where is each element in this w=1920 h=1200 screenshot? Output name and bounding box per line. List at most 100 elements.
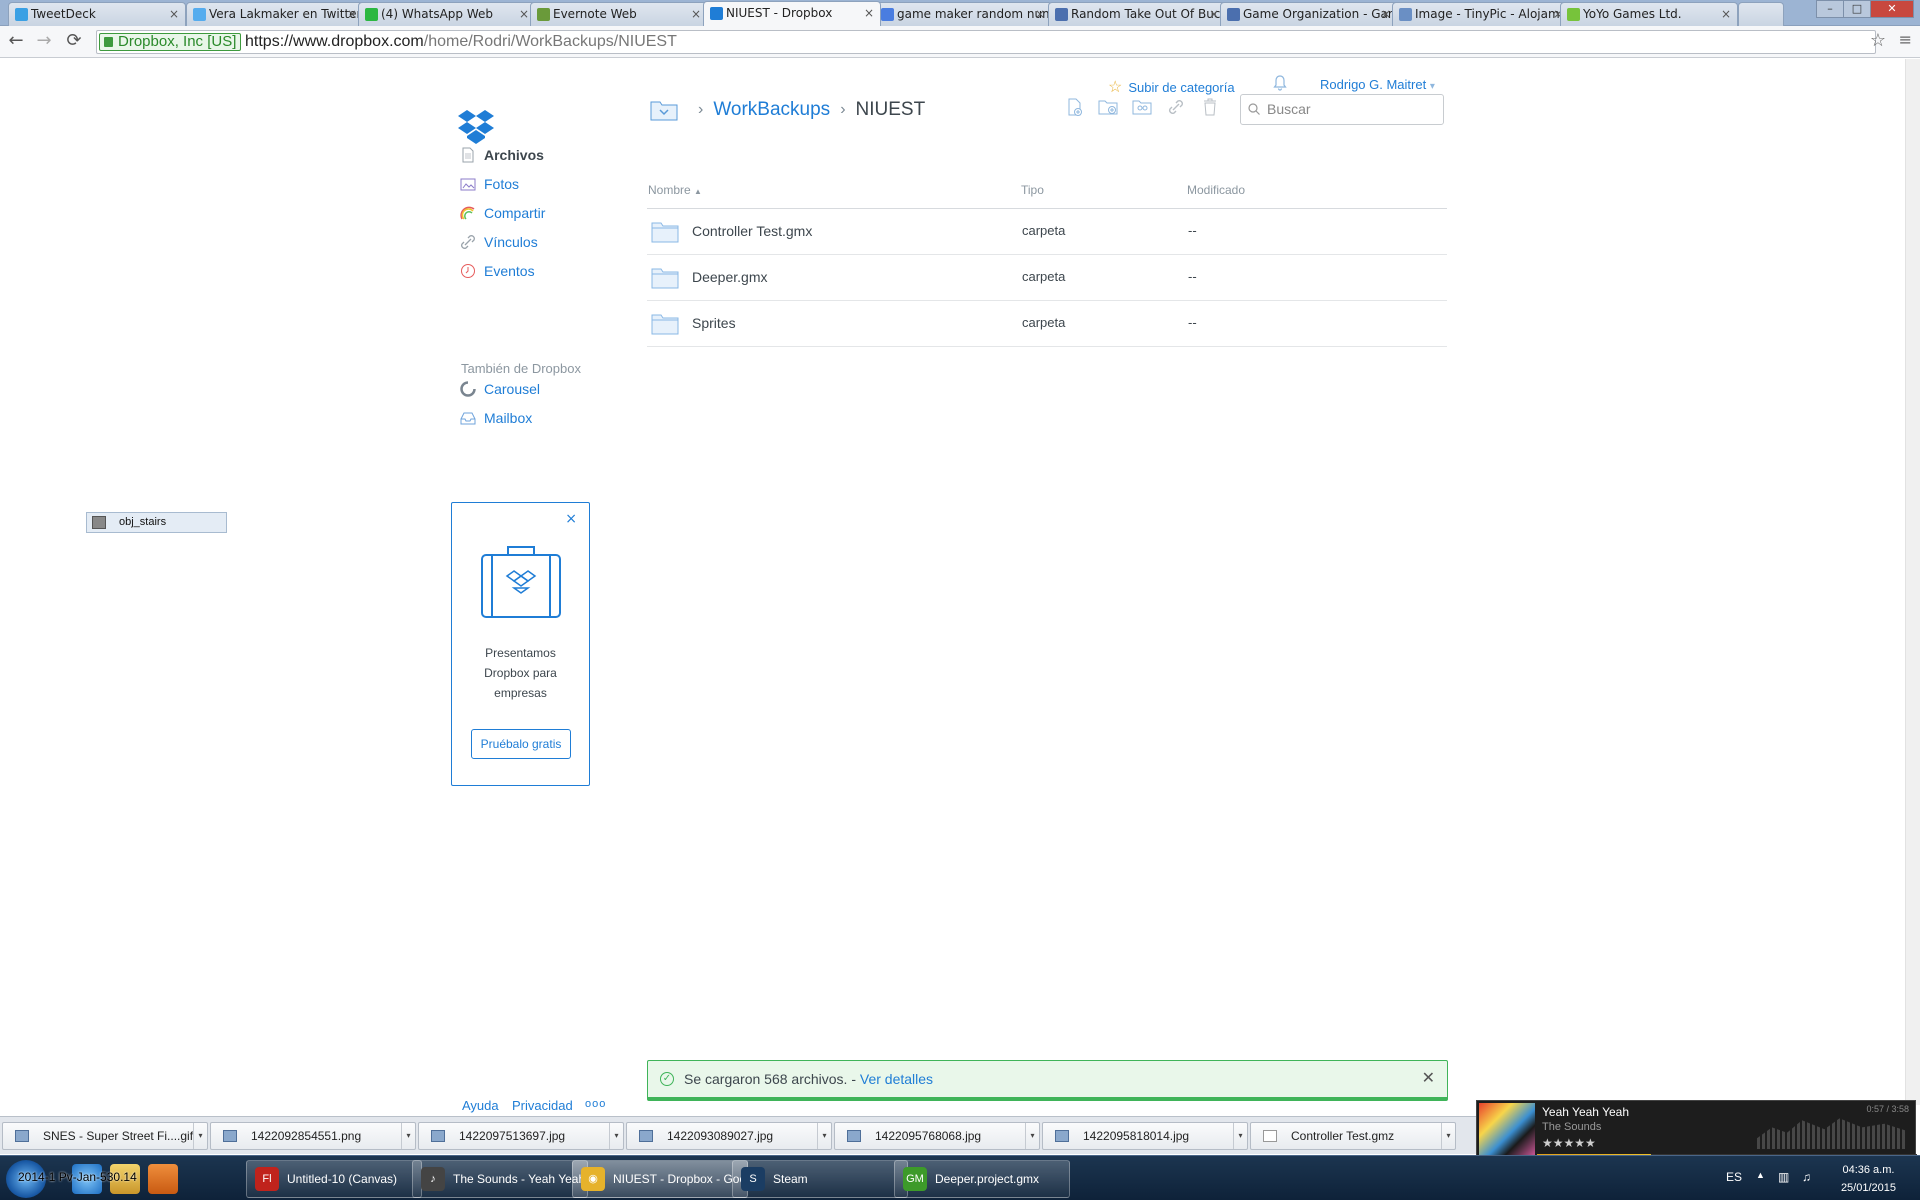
dragged-file-chip[interactable]: obj_stairs: [86, 512, 227, 533]
table-row[interactable]: Deeper.gmx carpeta --: [647, 255, 1447, 301]
chevron-down-icon[interactable]: ▾: [1233, 1123, 1247, 1149]
chevron-down-icon[interactable]: ▾: [1025, 1123, 1039, 1149]
sidebar-item-carousel[interactable]: Carousel: [460, 381, 540, 397]
check-icon: ✓: [660, 1072, 674, 1086]
search-input[interactable]: Buscar: [1240, 94, 1444, 125]
breadcrumb-parent[interactable]: WorkBackups: [713, 99, 830, 121]
show-hidden-icons-icon[interactable]: ▲: [1756, 1170, 1765, 1180]
media-player-icon[interactable]: [148, 1164, 178, 1194]
download-item[interactable]: 1422093089027.jpg ▾: [626, 1122, 832, 1150]
chevron-down-icon[interactable]: ▾: [193, 1123, 207, 1149]
tab-close-icon[interactable]: ×: [1721, 3, 1731, 25]
taskbar-button[interactable]: Fl Untitled-10 (Canvas): [246, 1160, 422, 1198]
new-folder-icon[interactable]: [1098, 97, 1118, 117]
volume-icon[interactable]: ♫: [1802, 1170, 1811, 1184]
new-tab-button[interactable]: [1738, 2, 1784, 26]
browser-tab[interactable]: Random Take Out Of Bucket ×: [1048, 2, 1226, 26]
close-icon[interactable]: ✕: [1422, 1061, 1435, 1097]
music-player-widget[interactable]: Yeah Yeah Yeah The Sounds ★★★★★ 0:57 / 3…: [1476, 1100, 1917, 1160]
track-rating[interactable]: ★★★★★: [1542, 1136, 1596, 1150]
download-filename: 1422095768068.jpg: [875, 1129, 982, 1143]
download-item[interactable]: 1422095818014.jpg ▾: [1042, 1122, 1248, 1150]
reload-button[interactable]: ⟳: [62, 30, 86, 54]
try-free-button[interactable]: Pruébalo gratis: [471, 729, 571, 759]
download-item[interactable]: SNES - Super Street Fi....gif ▾: [2, 1122, 208, 1150]
sidebar-item-fotos[interactable]: Fotos: [460, 176, 519, 192]
promo-text-line: empresas: [494, 686, 547, 700]
chevron-down-icon[interactable]: ▾: [1441, 1123, 1455, 1149]
page-scrollbar[interactable]: [1905, 59, 1920, 1105]
browser-tab[interactable]: Game Organization - GameMaker×: [1220, 2, 1398, 26]
browser-tab[interactable]: game maker random number×: [874, 2, 1052, 26]
more-options-icon[interactable]: ooo: [585, 1098, 606, 1110]
browser-tab[interactable]: Evernote Web ×: [530, 2, 708, 26]
trash-icon[interactable]: [1200, 97, 1220, 117]
user-menu[interactable]: Rodrigo G. Maitret ▾: [1320, 77, 1435, 92]
view-details-link[interactable]: Ver detalles: [860, 1071, 933, 1087]
ev-certificate-badge[interactable]: Dropbox, Inc [US]: [99, 33, 242, 51]
download-item[interactable]: 1422097513697.jpg ▾: [418, 1122, 624, 1150]
sidebar-item-mailbox[interactable]: Mailbox: [460, 410, 532, 426]
chrome-menu-icon[interactable]: ≡: [1899, 30, 1912, 49]
sidebar-item-compartir[interactable]: Compartir: [460, 205, 545, 221]
close-icon[interactable]: ×: [565, 511, 577, 527]
maximize-button[interactable]: □: [1843, 0, 1871, 18]
table-row[interactable]: Controller Test.gmx carpeta --: [647, 209, 1447, 255]
tab-close-icon[interactable]: ×: [1381, 3, 1391, 25]
dropbox-logo[interactable]: [457, 109, 495, 145]
close-window-button[interactable]: ✕: [1870, 0, 1914, 18]
file-name[interactable]: Sprites: [692, 315, 736, 331]
browser-tab[interactable]: Vera Lakmaker en Twitter ×: [186, 2, 364, 26]
upload-icon[interactable]: [1064, 97, 1084, 117]
download-item[interactable]: Controller Test.gmz ▾: [1250, 1122, 1456, 1150]
minimize-button[interactable]: –: [1816, 0, 1844, 18]
network-icon[interactable]: ▥: [1778, 1170, 1789, 1184]
download-item[interactable]: 1422092854551.png ▾: [210, 1122, 416, 1150]
taskbar-button[interactable]: ♪ The Sounds - Yeah Yeah Yeah: [412, 1160, 588, 1198]
sidebar-item-vinculos[interactable]: Vínculos: [460, 234, 538, 250]
table-row[interactable]: Sprites carpeta --: [647, 301, 1447, 347]
column-header-name[interactable]: Nombre ▲: [648, 183, 702, 197]
privacy-link[interactable]: Privacidad: [512, 1098, 573, 1113]
forward-button[interactable]: →: [32, 30, 56, 54]
taskbar-button[interactable]: GM Deeper.project.gmx: [894, 1160, 1070, 1198]
download-item[interactable]: 1422095768068.jpg ▾: [834, 1122, 1040, 1150]
browser-tab[interactable]: YoYo Games Ltd. ×: [1560, 2, 1738, 26]
chevron-down-icon[interactable]: ▾: [401, 1123, 415, 1149]
tab-close-icon[interactable]: ×: [691, 3, 701, 25]
tab-close-icon[interactable]: ×: [519, 3, 529, 25]
file-name[interactable]: Deeper.gmx: [692, 269, 767, 285]
tab-close-icon[interactable]: ×: [169, 3, 179, 25]
bookmark-star-icon[interactable]: ☆: [1870, 30, 1886, 51]
sidebar-item-label: Fotos: [484, 176, 520, 192]
sidebar-item-archivos[interactable]: Archivos: [460, 147, 544, 163]
language-indicator[interactable]: ES: [1726, 1170, 1742, 1184]
tab-close-icon[interactable]: ×: [347, 3, 357, 25]
taskbar-button[interactable]: ◉ NIUEST - Dropbox - Google Chrome: [572, 1160, 748, 1198]
tab-close-icon[interactable]: ×: [1035, 3, 1045, 25]
browser-tab[interactable]: (4) WhatsApp Web ×: [358, 2, 536, 26]
address-bar[interactable]: Dropbox, Inc [US] https://www.dropbox.co…: [96, 30, 1876, 54]
browser-tab[interactable]: NIUEST - Dropbox ×: [703, 1, 881, 26]
folder-menu-icon[interactable]: [650, 99, 678, 121]
back-button[interactable]: ←: [4, 30, 28, 54]
chevron-down-icon[interactable]: ▾: [817, 1123, 831, 1149]
notifications-bell-icon[interactable]: [1272, 75, 1288, 95]
taskbar-button[interactable]: S Steam: [732, 1160, 908, 1198]
browser-tab[interactable]: Image - TinyPic - Alojamiento×: [1392, 2, 1570, 26]
upgrade-link[interactable]: ☆ Subir de categoría: [1108, 77, 1235, 97]
tab-close-icon[interactable]: ×: [1209, 3, 1219, 25]
sidebar-item-eventos[interactable]: Eventos: [460, 263, 535, 279]
share-link-icon[interactable]: [1166, 97, 1186, 117]
column-header-modified[interactable]: Modificado: [1187, 183, 1245, 197]
sort-ascending-icon: ▲: [694, 187, 702, 196]
system-clock[interactable]: 04:36 a.m. 25/01/2015: [1841, 1161, 1896, 1197]
column-header-type[interactable]: Tipo: [1021, 183, 1044, 197]
file-name[interactable]: Controller Test.gmx: [692, 223, 812, 239]
browser-tab[interactable]: TweetDeck ×: [8, 2, 186, 26]
tab-close-icon[interactable]: ×: [864, 2, 874, 24]
shared-folder-icon[interactable]: [1132, 97, 1152, 117]
chevron-down-icon[interactable]: ▾: [609, 1123, 623, 1149]
downloads-bar: SNES - Super Street Fi....gif ▾ 142209285…: [0, 1116, 1476, 1154]
help-link[interactable]: Ayuda: [462, 1098, 499, 1113]
